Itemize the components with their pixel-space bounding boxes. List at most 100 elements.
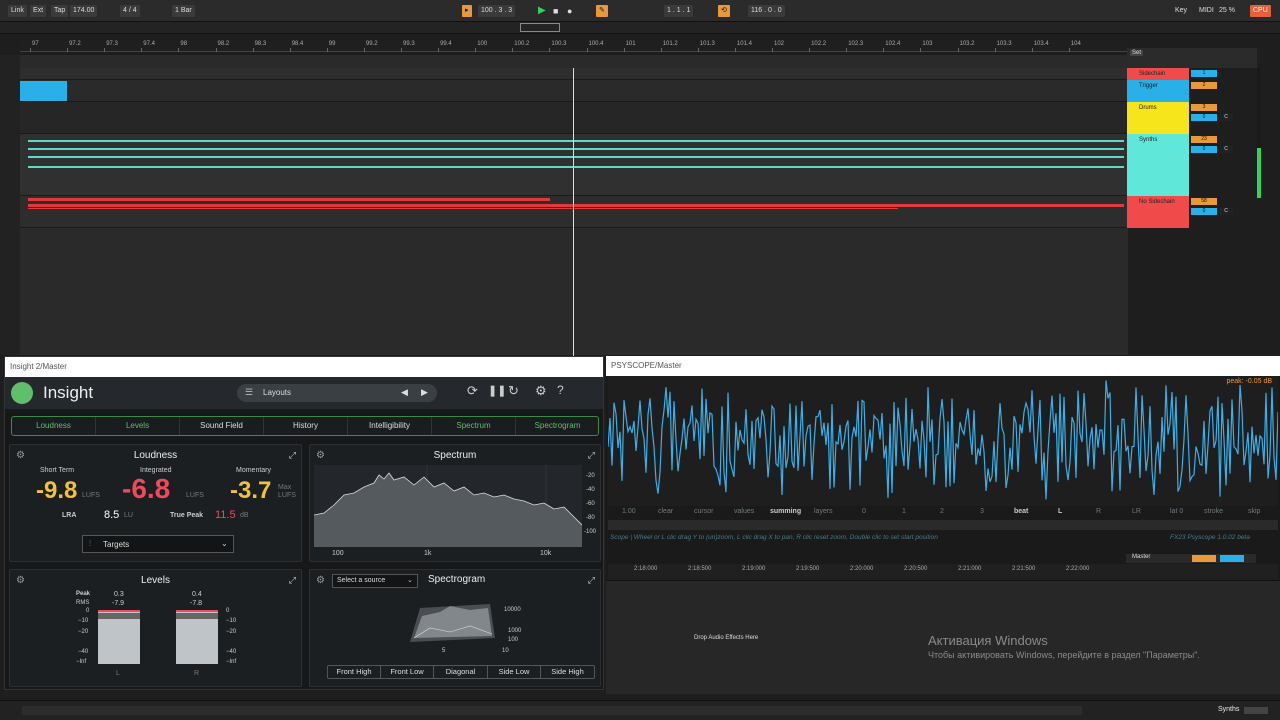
scope-layer-1[interactable]: 1 <box>902 508 906 515</box>
song-position[interactable]: 100 . 3 . 3 <box>478 5 516 17</box>
track-volume[interactable]: 0 <box>1191 208 1217 215</box>
beat-time-ruler[interactable]: 97 97.2 97.3 97.4 98 98.2 98.3 98.4 99 99.2 99.3 99… <box>20 40 1128 52</box>
tab-sound-field[interactable]: Sound Field <box>180 417 264 435</box>
arrangement-overview[interactable] <box>0 22 1280 34</box>
expand-icon[interactable]: ⤢ <box>588 450 595 461</box>
synth-clip-line[interactable] <box>28 166 1124 168</box>
set-label[interactable]: Set <box>1130 50 1144 56</box>
track-no-sidechain[interactable]: No Sidechain <box>1127 196 1189 228</box>
track-volume[interactable]: 0 <box>1191 146 1217 153</box>
layouts-menu[interactable]: ☰ Layouts ◀ ▶ <box>237 384 437 402</box>
scope-values-button[interactable]: values <box>734 508 754 515</box>
loop-start[interactable]: 1 . 1 . 1 <box>664 5 694 17</box>
scope-right-button[interactable]: R <box>1096 508 1101 515</box>
help-icon[interactable]: ? <box>557 383 564 397</box>
track-select-indicator[interactable] <box>1244 707 1268 714</box>
tab-loudness[interactable]: Loudness <box>12 417 96 435</box>
track-volume[interactable]: 0 <box>1191 114 1217 121</box>
track-number[interactable]: 58 <box>1191 198 1217 205</box>
waveform-scope[interactable]: peak: -0.05 dB <box>608 376 1278 506</box>
scope-layer-2[interactable]: 2 <box>940 508 944 515</box>
expand-icon[interactable]: ⤢ <box>588 575 595 586</box>
trigger-clip[interactable] <box>20 81 67 101</box>
reset-icon[interactable]: ⟳ <box>467 383 478 399</box>
lane-trigger[interactable] <box>20 80 1128 102</box>
prev-layout-icon[interactable]: ◀ <box>401 387 408 398</box>
track-pan[interactable]: C <box>1219 208 1233 215</box>
view-side-high[interactable]: Side High <box>541 666 594 678</box>
track-number[interactable]: 23 <box>1191 136 1217 143</box>
ext-button[interactable]: Ext <box>30 5 47 17</box>
tab-intelligibility[interactable]: Intelligibility <box>348 417 432 435</box>
scope-skip-button[interactable]: skip <box>1248 508 1260 515</box>
view-diagonal[interactable]: Diagonal <box>434 666 488 678</box>
expand-icon[interactable]: ⤢ <box>289 575 296 586</box>
scope-lr-button[interactable]: LR <box>1132 508 1141 515</box>
scope-clear-button[interactable]: clear <box>658 508 673 515</box>
track-pan[interactable]: C <box>1219 114 1233 121</box>
scope-beat-button[interactable]: beat <box>1014 508 1028 515</box>
time-signature[interactable]: 4 / 4 <box>120 5 140 17</box>
tab-history[interactable]: History <box>264 417 348 435</box>
overview-view-box[interactable] <box>520 23 560 32</box>
pause-icon[interactable]: ❚❚ <box>488 384 506 397</box>
scope-cursor-button[interactable]: cursor <box>694 508 713 515</box>
stop-icon[interactable]: ■ <box>550 5 561 17</box>
midi-map-button[interactable]: MIDI <box>1196 5 1217 17</box>
synth-clip-line[interactable] <box>28 156 1124 158</box>
track-number[interactable]: 3 <box>1191 104 1217 111</box>
automation-arm-icon[interactable]: ✎ <box>596 5 608 17</box>
horizontal-scrollbar[interactable] <box>22 706 1082 715</box>
link-button[interactable]: Link <box>8 5 27 17</box>
time-ruler[interactable]: 2:18:000 2:18:500 2:19:000 2:19:500 2:20… <box>608 564 1278 578</box>
source-dropdown[interactable]: Select a source ⌄ <box>332 574 418 588</box>
device-chain-drop-area[interactable]: Drop Audio Effects Here Активация Window… <box>606 580 1280 694</box>
lane-no-sidechain[interactable] <box>20 196 1128 228</box>
scope-layer-0[interactable]: 0 <box>862 508 866 515</box>
gear-icon[interactable]: ⚙ <box>316 575 325 586</box>
record-icon[interactable]: ● <box>564 5 575 17</box>
track-pan[interactable]: C <box>1219 146 1233 153</box>
track-trigger[interactable]: Trigger <box>1127 80 1189 102</box>
tab-spectrogram[interactable]: Spectrogram <box>516 417 599 435</box>
tap-button[interactable]: Tap <box>51 5 69 17</box>
view-front-low[interactable]: Front Low <box>381 666 434 678</box>
play-icon[interactable]: ▶ <box>535 5 549 17</box>
scope-layers-button[interactable]: layers <box>814 508 833 515</box>
targets-dropdown[interactable]: ⫶ Targets ⌄ <box>82 535 234 553</box>
synth-clip-line[interactable] <box>28 148 1124 150</box>
track-number[interactable]: 1 <box>1191 70 1217 77</box>
synth-clip-line[interactable] <box>28 140 1124 142</box>
loop-icon[interactable]: ⟲ <box>718 5 730 17</box>
lane-sidechain[interactable] <box>20 68 1128 80</box>
follow-button[interactable]: ▸ <box>462 5 472 17</box>
scope-layer-3[interactable]: 3 <box>980 508 984 515</box>
track-drums[interactable]: Drums <box>1127 102 1189 134</box>
psyscope-titlebar[interactable]: PSYSCOPE/Master <box>606 356 1280 376</box>
track-synths[interactable]: Synths <box>1127 134 1189 196</box>
nosc-clip-line[interactable] <box>28 198 550 201</box>
nosc-clip-line[interactable] <box>28 208 898 209</box>
tab-spectrum[interactable]: Spectrum <box>432 417 516 435</box>
key-map-button[interactable]: Key <box>1172 5 1190 17</box>
tab-levels[interactable]: Levels <box>96 417 180 435</box>
gear-icon[interactable]: ⚙ <box>535 383 547 399</box>
lane-drums[interactable] <box>20 102 1128 134</box>
nosc-clip-line[interactable] <box>28 204 1124 207</box>
loop-icon[interactable]: ↻ <box>508 383 519 399</box>
quantize-menu[interactable]: 1 Bar <box>172 5 195 17</box>
view-side-low[interactable]: Side Low <box>488 666 541 678</box>
scope-stroke-button[interactable]: stroke <box>1204 508 1223 515</box>
scope-summing-button[interactable]: summing <box>770 508 801 515</box>
lane-synths[interactable] <box>20 134 1128 196</box>
arrangement-view[interactable] <box>20 55 1128 355</box>
master-strip[interactable]: Master <box>1126 554 1256 563</box>
expand-icon[interactable]: ⤢ <box>289 450 296 461</box>
tempo-field[interactable]: 174.00 <box>70 5 98 17</box>
view-front-high[interactable]: Front High <box>328 666 381 678</box>
scope-scrollbar[interactable] <box>608 520 1278 530</box>
scope-zoom-value[interactable]: 1.00 <box>622 508 636 515</box>
loop-length[interactable]: 116 . 0 . 0 <box>748 5 785 17</box>
insight-titlebar[interactable]: Insight 2/Master <box>5 357 603 377</box>
scope-left-button[interactable]: L <box>1058 508 1062 515</box>
